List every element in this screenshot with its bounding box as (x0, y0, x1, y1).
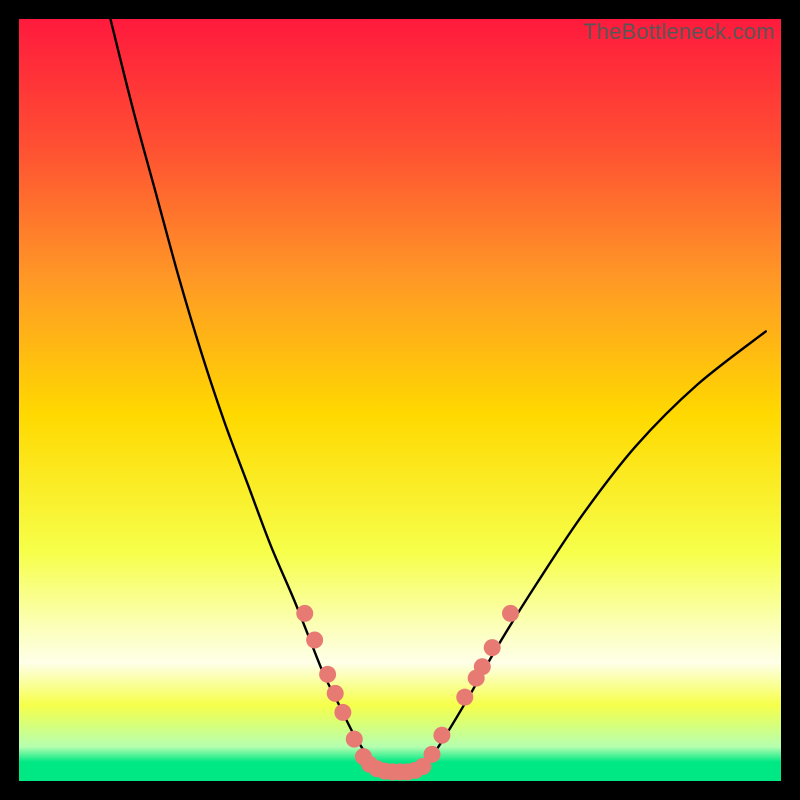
bottleneck-chart (19, 19, 781, 781)
marker-dot (456, 689, 473, 706)
marker-dot (502, 605, 519, 622)
marker-dot (296, 605, 313, 622)
marker-dot (334, 704, 351, 721)
marker-dot (346, 731, 363, 748)
marker-dot (474, 658, 491, 675)
watermark-text: TheBottleneck.com (583, 19, 775, 45)
chart-frame: TheBottleneck.com (19, 19, 781, 781)
marker-dot (433, 727, 450, 744)
marker-dot (484, 639, 501, 656)
marker-dot (327, 685, 344, 702)
marker-dot (319, 666, 336, 683)
marker-dot (306, 632, 323, 649)
chart-background (19, 19, 781, 781)
marker-dot (424, 746, 441, 763)
